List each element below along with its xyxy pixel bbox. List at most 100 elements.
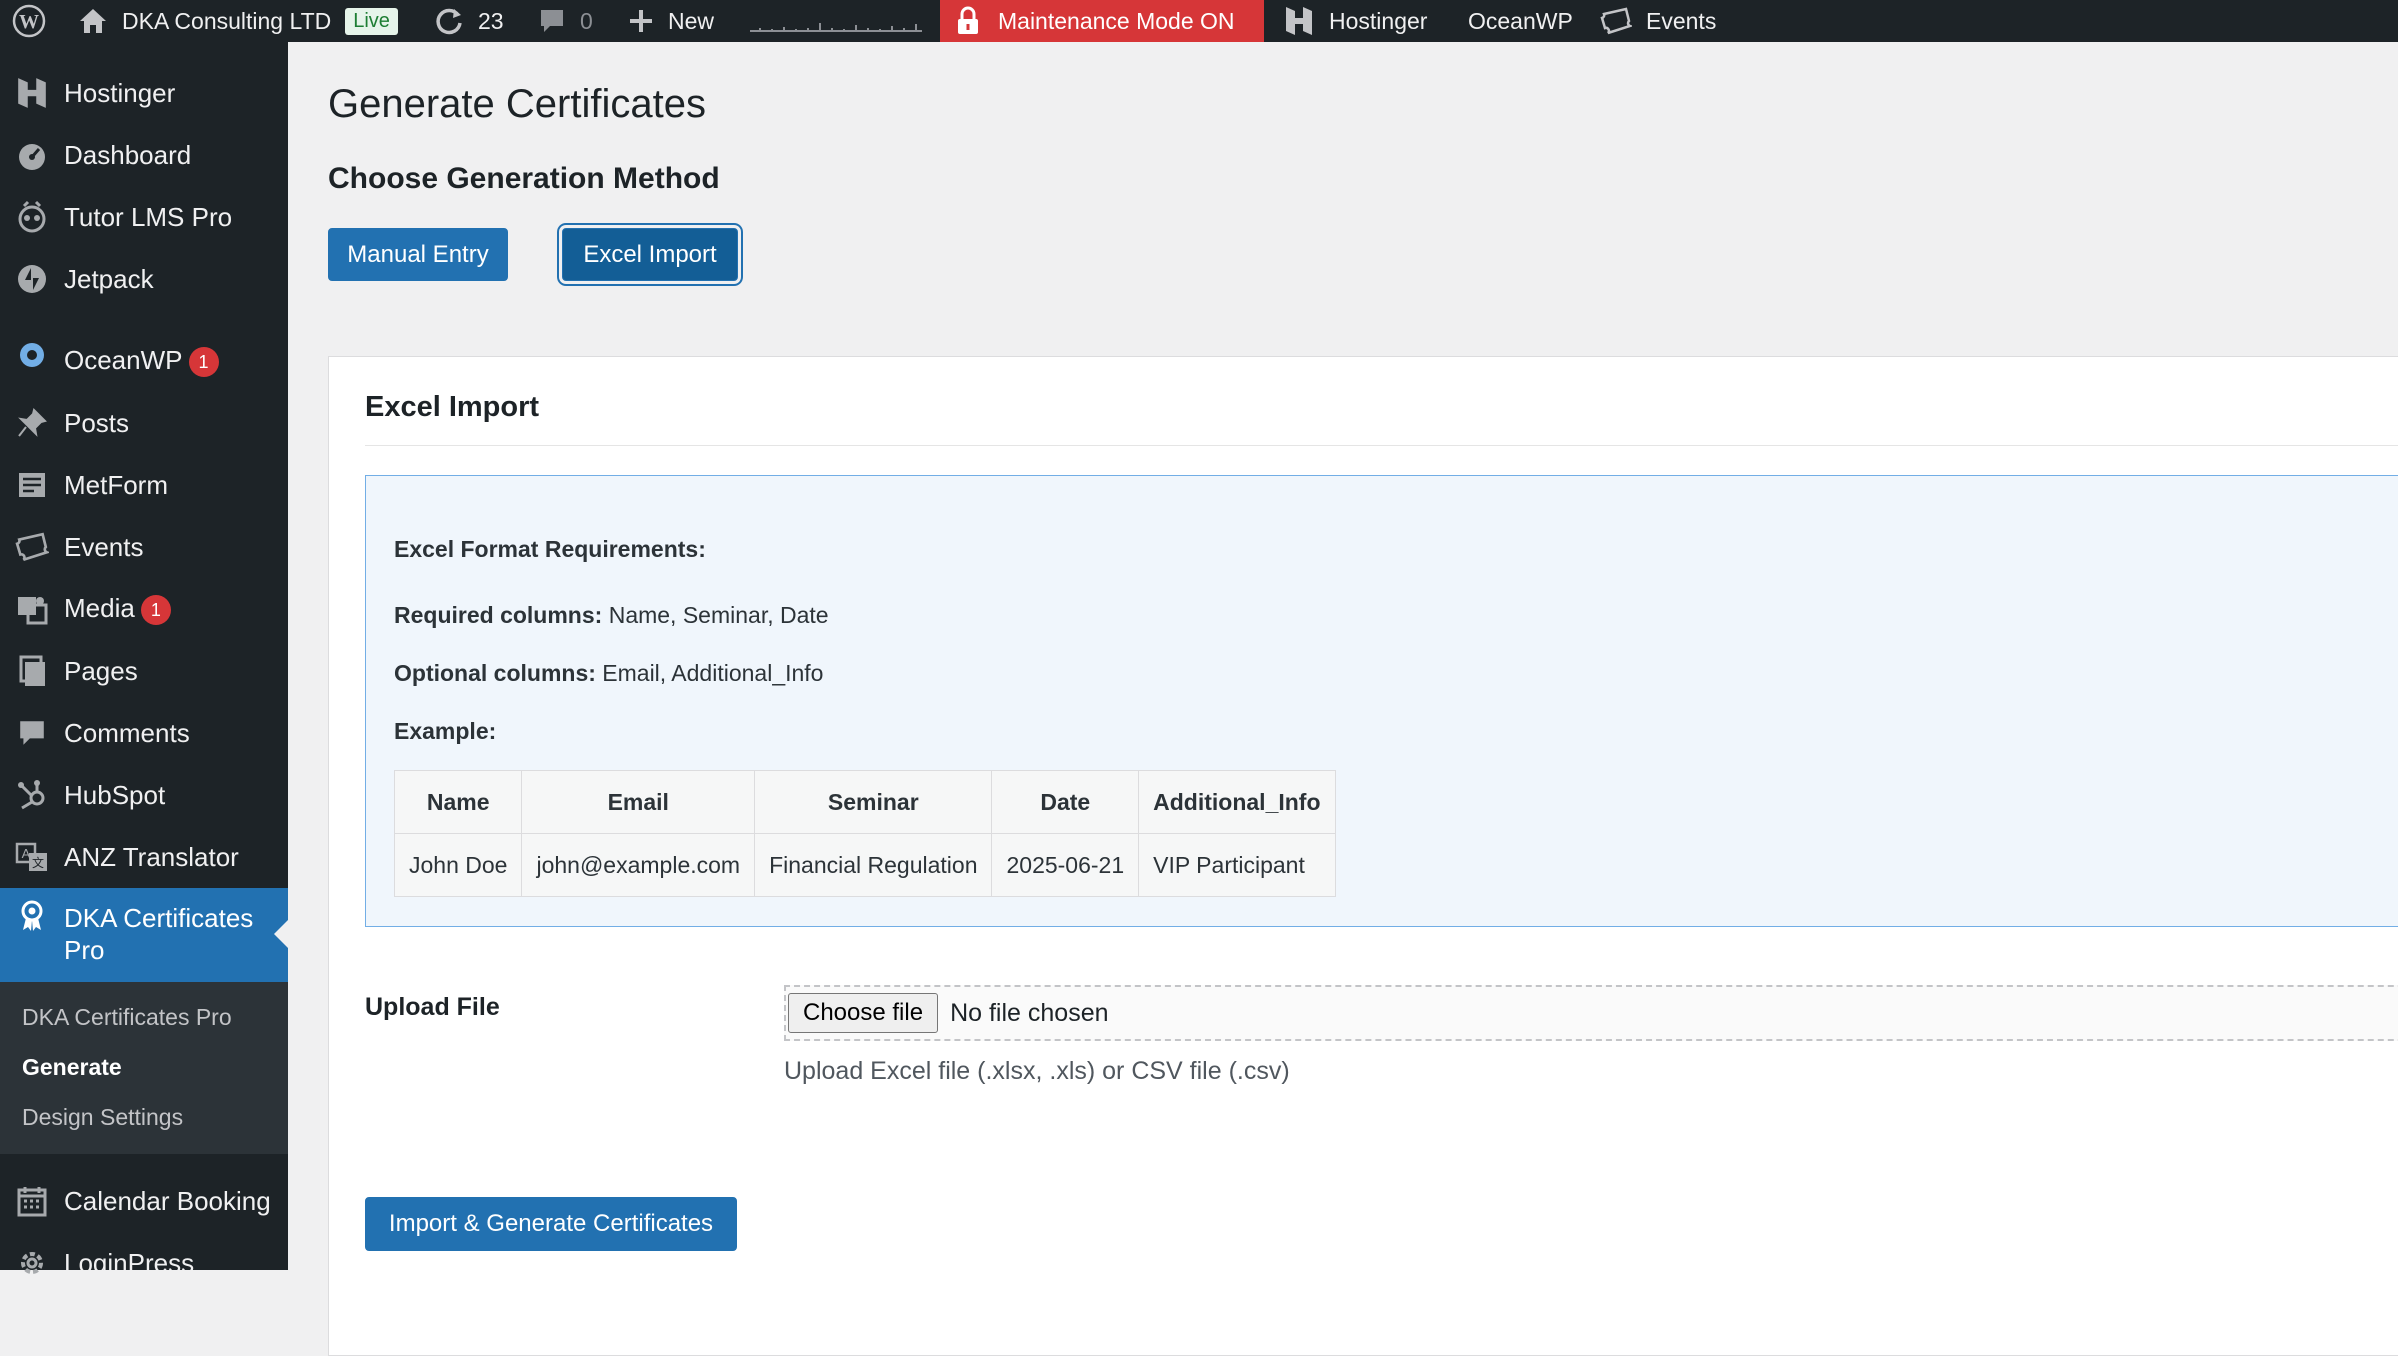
- no-file-chosen-text: No file chosen: [950, 998, 1109, 1027]
- sidebar-item-label: Events: [64, 531, 144, 562]
- sidebar-item-dka-certificates-pro[interactable]: DKA Certificates Pro: [0, 888, 288, 982]
- sidebar-item-hubspot[interactable]: HubSpot: [0, 766, 288, 824]
- upload-file-label: Upload File: [365, 993, 500, 1021]
- table-cell: john@example.com: [521, 833, 756, 897]
- events-label: Events: [1646, 7, 1717, 34]
- divider: [365, 445, 2398, 446]
- activity-sparkline: [750, 0, 922, 42]
- gear-icon: [14, 1245, 50, 1281]
- sidebar-item-events[interactable]: Events: [0, 518, 288, 576]
- hubspot-icon: [14, 777, 50, 813]
- notification-badge: 1: [188, 347, 219, 378]
- submenu-generate[interactable]: Generate: [22, 1054, 122, 1081]
- column-header: Seminar: [754, 770, 993, 834]
- sidebar-item-posts[interactable]: Posts: [0, 394, 288, 452]
- import-generate-button[interactable]: Import & Generate Certificates: [365, 1197, 737, 1251]
- refresh-icon: [434, 6, 464, 36]
- sidebar-item-label: Posts: [64, 407, 130, 438]
- hostinger-icon: [14, 75, 50, 111]
- pages-icon: [14, 653, 50, 689]
- sidebar-item-label: MetForm: [64, 469, 168, 500]
- sidebar-item-label: Calendar Booking: [64, 1185, 271, 1216]
- sidebar-item-hostinger[interactable]: Hostinger: [0, 64, 288, 122]
- calendar-icon: [14, 1183, 50, 1219]
- sidebar-item-label-line2: Pro: [64, 935, 105, 965]
- submenu-design-settings[interactable]: Design Settings: [22, 1104, 183, 1131]
- svg-text:W: W: [19, 11, 39, 33]
- sidebar-item-calendar-booking[interactable]: Calendar Booking: [0, 1172, 288, 1230]
- wordpress-logo-icon[interactable]: W: [12, 0, 46, 42]
- oceanwp-link[interactable]: OceanWP: [1468, 0, 1573, 42]
- submenu-dka-certificates-pro[interactable]: DKA Certificates Pro: [22, 1004, 232, 1031]
- svg-text:文: 文: [32, 855, 44, 870]
- hostinger-link[interactable]: Hostinger: [1283, 0, 1427, 42]
- hostinger-label: Hostinger: [1329, 7, 1428, 34]
- plus-icon: [628, 8, 654, 34]
- sidebar-item-oceanwp[interactable]: OceanWP 1: [0, 332, 288, 390]
- site-name-link[interactable]: DKA Consulting LTD Live: [78, 0, 398, 42]
- tutor-icon: [14, 199, 50, 235]
- optional-columns: Optional columns: Email, Additional_Info: [394, 660, 823, 687]
- optional-label: Optional columns:: [394, 660, 596, 686]
- award-icon: [14, 898, 50, 934]
- sidebar-item-label: LoginPress: [64, 1247, 195, 1278]
- admin-sidebar: Hostinger Dashboard Tutor LMS Pro Jetpac…: [0, 42, 288, 1278]
- manual-entry-button[interactable]: Manual Entry: [328, 228, 508, 281]
- media-icon: [14, 591, 50, 627]
- upload-help-text: Upload Excel file (.xlsx, .xls) or CSV f…: [784, 1057, 1290, 1085]
- notification-badge: 1: [140, 595, 171, 626]
- sidebar-item-media[interactable]: Media 1: [0, 580, 288, 638]
- sidebar-item-loginpress[interactable]: LoginPress: [0, 1234, 288, 1292]
- new-label: New: [668, 7, 715, 34]
- home-icon: [78, 7, 108, 35]
- sidebar-item-label: HubSpot: [64, 779, 166, 810]
- jetpack-icon: [14, 261, 50, 297]
- active-indicator-arrow: [274, 920, 288, 948]
- sidebar-item-metform[interactable]: MetForm: [0, 456, 288, 514]
- ticket-icon: [14, 529, 50, 565]
- dashboard-icon: [14, 137, 50, 173]
- sidebar-item-jetpack[interactable]: Jetpack: [0, 250, 288, 308]
- sidebar-item-tutor-lms[interactable]: Tutor LMS Pro: [0, 188, 288, 246]
- format-requirements-box: Excel Format Requirements: Required colu…: [365, 475, 2398, 927]
- sidebar-item-label: ANZ Translator: [64, 841, 239, 872]
- excel-import-card: Excel Import Excel Format Requirements: …: [328, 356, 2398, 1356]
- admin-bar: W DKA Consulting LTD Live 23 0 New Maint…: [0, 0, 2398, 42]
- site-name: DKA Consulting LTD: [122, 7, 332, 34]
- card-title: Excel Import: [365, 391, 540, 423]
- sidebar-item-comments[interactable]: Comments: [0, 704, 288, 762]
- sidebar-item-anz-translator[interactable]: A文 ANZ Translator: [0, 828, 288, 886]
- oceanwp-label: OceanWP: [1468, 7, 1573, 34]
- excel-import-button[interactable]: Excel Import: [562, 228, 738, 281]
- maintenance-mode-toggle[interactable]: Maintenance Mode ON: [940, 0, 1264, 42]
- column-header: Name: [393, 770, 523, 834]
- sidebar-item-label: Media: [64, 592, 135, 623]
- optional-value: Email, Additional_Info: [595, 660, 824, 686]
- hostinger-icon: [1283, 5, 1315, 37]
- table-cell: 2025-06-21: [991, 833, 1140, 897]
- example-label: Example:: [394, 718, 497, 744]
- file-input[interactable]: Choose file No file chosen: [784, 985, 2398, 1041]
- comment-icon: [14, 715, 50, 751]
- page-title: Generate Certificates: [328, 82, 706, 126]
- comment-icon: [538, 7, 566, 35]
- sidebar-item-label: DKA Certificates: [64, 903, 254, 933]
- sidebar-item-label: Hostinger: [64, 77, 176, 108]
- sidebar-item-label: Jetpack: [64, 263, 154, 294]
- example-table: Name Email Seminar Date Additional_Info …: [393, 770, 1336, 897]
- choose-file-button[interactable]: Choose file: [788, 993, 939, 1033]
- events-link[interactable]: Events: [1600, 0, 1716, 42]
- new-content-link[interactable]: New: [628, 0, 714, 42]
- lock-icon: [956, 6, 980, 36]
- column-header: Date: [991, 770, 1140, 834]
- comments-link[interactable]: 0: [538, 0, 593, 42]
- comments-count: 0: [580, 7, 593, 34]
- table-cell: VIP Participant: [1138, 833, 1336, 897]
- translate-icon: A文: [14, 839, 50, 875]
- section-title: Choose Generation Method: [328, 162, 720, 195]
- sidebar-item-label: Pages: [64, 655, 138, 686]
- column-header: Email: [521, 770, 756, 834]
- sidebar-item-dashboard[interactable]: Dashboard: [0, 126, 288, 184]
- updates-link[interactable]: 23: [434, 0, 504, 42]
- sidebar-item-pages[interactable]: Pages: [0, 642, 288, 700]
